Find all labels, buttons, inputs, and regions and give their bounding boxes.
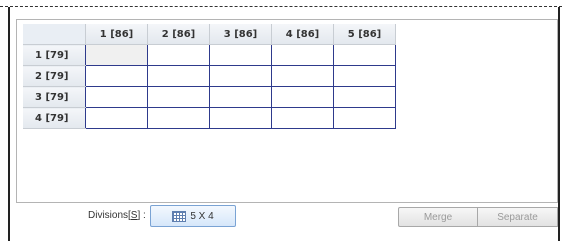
- grid-row: 4 [79]: [23, 107, 396, 129]
- merge-button-label: Merge: [423, 211, 453, 223]
- grid-cell[interactable]: [333, 86, 396, 108]
- divisions-label: Divisions[S] :: [88, 210, 146, 221]
- column-header[interactable]: 5 [86]: [333, 24, 396, 45]
- top-dashed-border: [0, 6, 562, 7]
- grid-cell[interactable]: [209, 86, 272, 108]
- grid-cell[interactable]: [85, 86, 148, 108]
- grid-cell[interactable]: [147, 44, 210, 66]
- divisions-label-prefix: Divisions[: [88, 210, 131, 221]
- grid-cell[interactable]: [333, 107, 396, 129]
- grid-cell[interactable]: [209, 107, 272, 129]
- grid-cell[interactable]: [147, 107, 210, 129]
- grid-cell[interactable]: [85, 65, 148, 87]
- column-header[interactable]: 2 [86]: [147, 24, 210, 45]
- grid-cell[interactable]: [85, 44, 148, 66]
- separate-button[interactable]: Separate: [478, 207, 558, 227]
- grid-cell[interactable]: [85, 107, 148, 129]
- grid-cell[interactable]: [209, 65, 272, 87]
- grid-cell[interactable]: [271, 44, 334, 66]
- divisions-button[interactable]: 5 X 4: [150, 205, 236, 227]
- cell-grid: 1 [86] 2 [86] 3 [86] 4 [86] 5 [86] 1 [79…: [23, 24, 396, 129]
- grid-row: 3 [79]: [23, 86, 396, 108]
- right-border: [558, 7, 560, 241]
- grid-row: 1 [79]: [23, 44, 396, 66]
- table-grid-icon: [172, 210, 187, 222]
- grid-cell[interactable]: [333, 44, 396, 66]
- table-divisions-dialog: 1 [86] 2 [86] 3 [86] 4 [86] 5 [86] 1 [79…: [0, 0, 562, 241]
- grid-cell[interactable]: [271, 86, 334, 108]
- row-header[interactable]: 1 [79]: [23, 44, 86, 66]
- row-header[interactable]: 4 [79]: [23, 107, 86, 129]
- divisions-label-suffix: ] :: [137, 210, 146, 221]
- grid-cell[interactable]: [333, 65, 396, 87]
- grid-row: 2 [79]: [23, 65, 396, 87]
- divisions-button-label: 5 X 4: [190, 210, 214, 222]
- grid-cell[interactable]: [147, 65, 210, 87]
- grid-cell[interactable]: [271, 107, 334, 129]
- column-header-row: 1 [86] 2 [86] 3 [86] 4 [86] 5 [86]: [23, 24, 396, 45]
- column-header[interactable]: 1 [86]: [85, 24, 148, 45]
- row-header[interactable]: 2 [79]: [23, 65, 86, 87]
- column-header[interactable]: 4 [86]: [271, 24, 334, 45]
- grid-cell[interactable]: [271, 65, 334, 87]
- separate-button-label: Separate: [497, 211, 538, 223]
- left-border: [8, 7, 10, 241]
- row-header[interactable]: 3 [79]: [23, 86, 86, 108]
- grid-cell[interactable]: [209, 44, 272, 66]
- grid-cell[interactable]: [147, 86, 210, 108]
- column-header[interactable]: 3 [86]: [209, 24, 272, 45]
- merge-button[interactable]: Merge: [398, 207, 478, 227]
- corner-header: [23, 24, 86, 45]
